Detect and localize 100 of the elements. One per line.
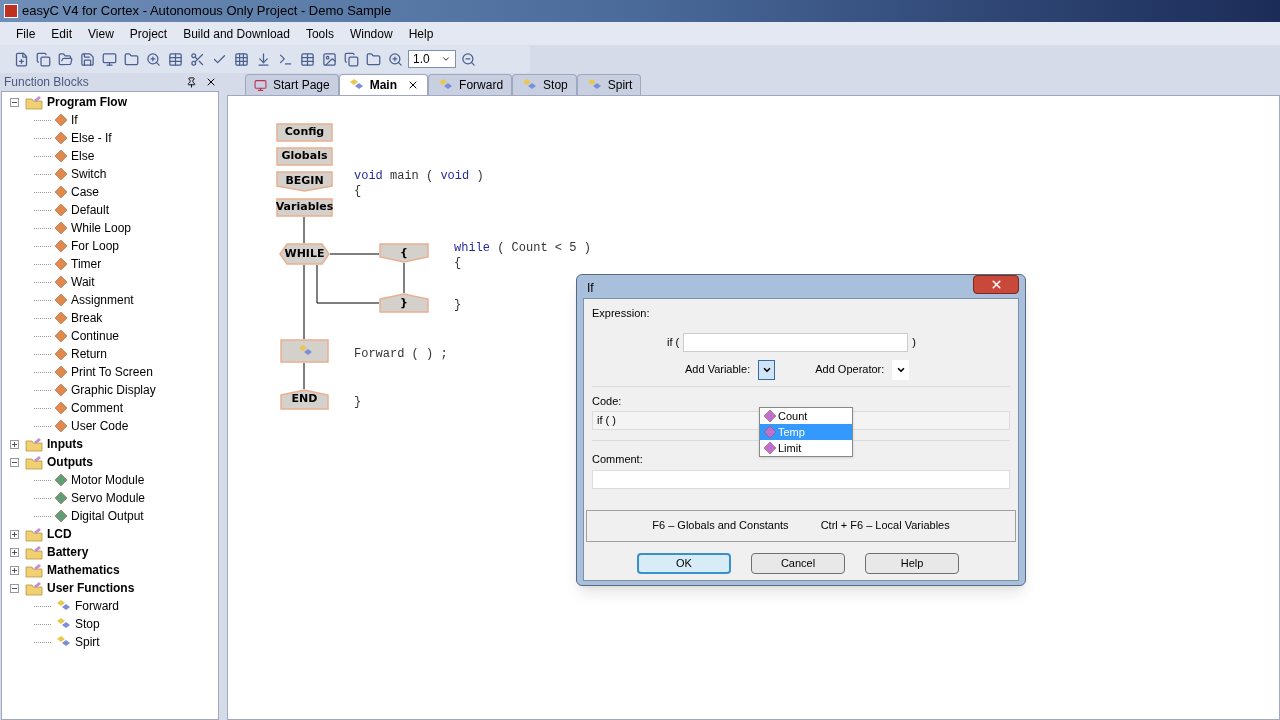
close-button[interactable] [973, 275, 1019, 294]
tree-item[interactable]: Motor Module [71, 471, 145, 489]
folder-icon [25, 94, 43, 110]
tree-item[interactable]: Assignment [71, 291, 134, 309]
block-icon [55, 330, 67, 342]
close-icon[interactable] [205, 76, 217, 88]
tree-item[interactable]: Wait [71, 273, 95, 291]
block-icon [55, 186, 67, 198]
block-icon [55, 420, 67, 432]
flowchart-block[interactable]: Globals [276, 147, 333, 166]
function-icon [55, 635, 71, 649]
tree-item[interactable]: For Loop [71, 237, 120, 255]
dialog-button[interactable]: Cancel [751, 552, 845, 574]
function-icon [55, 617, 71, 631]
block-icon [55, 204, 67, 216]
window-title: easyC V4 for Cortex - Autonomous Only Project - Demo Sample [22, 2, 392, 21]
tab[interactable]: Forward [428, 74, 513, 95]
block-icon [55, 114, 67, 126]
tree-item[interactable]: Comment [71, 399, 123, 417]
expand-icon[interactable] [10, 565, 19, 575]
menu-item[interactable]: Build and Download [175, 24, 298, 43]
caret-icon [441, 54, 451, 64]
tree-item[interactable]: Forward [75, 597, 119, 615]
flowchart-block[interactable]: WHILE [279, 243, 330, 265]
tree-item[interactable]: Servo Module [71, 489, 146, 507]
folder-icon [25, 436, 43, 452]
menu-item[interactable]: Window [341, 24, 401, 43]
tree-item[interactable]: Print To Screen [71, 363, 153, 381]
tree-item[interactable]: Digital Output [71, 507, 144, 525]
tree-item[interactable]: Battery [47, 543, 89, 561]
tree-item[interactable]: Graphic Display [71, 381, 156, 399]
block-icon [55, 168, 67, 180]
expand-icon[interactable] [10, 529, 19, 539]
collapse-icon[interactable] [10, 97, 19, 107]
app-icon [4, 4, 18, 18]
block-icon [55, 132, 67, 144]
folder-icon [25, 544, 43, 560]
zoom-select[interactable]: 1.0 [408, 50, 456, 68]
tree-item[interactable]: Continue [71, 327, 120, 345]
collapse-icon[interactable] [10, 457, 19, 467]
collapse-icon[interactable] [10, 583, 19, 593]
list-item[interactable]: Count [760, 408, 852, 424]
block-icon [55, 348, 67, 360]
tab[interactable]: Start Page [245, 74, 339, 95]
tab[interactable]: Main [338, 74, 429, 95]
tree-item[interactable]: Mathematics [47, 561, 120, 579]
block-icon [55, 222, 67, 234]
dialog-button[interactable]: Help [865, 552, 959, 574]
tree-item[interactable]: Outputs [47, 453, 93, 471]
flowchart-block[interactable]: BEGIN [276, 171, 333, 192]
expand-icon[interactable] [10, 547, 19, 557]
flowchart-block[interactable]: { [379, 243, 429, 263]
tree-item[interactable]: While Loop [71, 219, 132, 237]
dropdown-button[interactable] [892, 359, 910, 380]
menu-item[interactable]: Help [400, 24, 442, 43]
tree-item[interactable]: Case [71, 183, 99, 201]
tab[interactable]: Stop [512, 74, 577, 95]
flowchart-block[interactable]: Config [276, 123, 333, 142]
tree-item[interactable]: Stop [75, 615, 100, 633]
flowchart-block[interactable]: } [379, 293, 429, 313]
code-line: Forward ( ) ; [354, 346, 448, 363]
tree-item[interactable]: Else [71, 147, 95, 165]
menu-item[interactable]: File [8, 24, 44, 43]
menu-item[interactable]: Tools [297, 24, 342, 43]
function-icon [55, 599, 71, 613]
block-icon [764, 410, 776, 422]
dialog-button[interactable]: OK [637, 552, 731, 574]
dropdown-button[interactable] [758, 359, 776, 380]
block-icon [55, 258, 67, 270]
tree-item[interactable]: If [71, 111, 78, 129]
tree-item[interactable]: Program Flow [47, 93, 127, 111]
tree-item[interactable]: User Code [71, 417, 129, 435]
flowchart-block[interactable]: Variables [276, 198, 333, 217]
hint-text: F6 – Globals and Constants [652, 518, 789, 534]
menu-item[interactable]: View [80, 24, 122, 43]
tree-item[interactable]: Return [71, 345, 108, 363]
list-item[interactable]: Limit [760, 440, 852, 456]
block-icon [764, 426, 776, 438]
menu-item[interactable]: Project [121, 24, 176, 43]
tree-item[interactable]: Break [71, 309, 103, 327]
tree-item[interactable]: Timer [71, 255, 102, 273]
tree-item[interactable]: Default [71, 201, 110, 219]
expression-field[interactable] [683, 332, 909, 352]
folder-icon [25, 562, 43, 578]
tree-item[interactable]: LCD [47, 525, 72, 543]
field-label: Comment: [592, 453, 643, 465]
tree-item[interactable]: Else - If [71, 129, 112, 147]
expand-icon[interactable] [10, 439, 19, 449]
tree-item[interactable]: Inputs [47, 435, 83, 453]
block-icon [55, 492, 67, 504]
comment-field[interactable] [592, 469, 1010, 489]
pin-icon[interactable] [186, 76, 197, 88]
dialog-title: If [587, 279, 594, 297]
tree-item[interactable]: User Functions [47, 579, 135, 597]
flowchart-block[interactable]: END [280, 389, 329, 410]
tab[interactable]: Spirt [576, 74, 642, 95]
tree-item[interactable]: Switch [71, 165, 107, 183]
tree-item[interactable]: Spirt [75, 633, 100, 651]
menu-item[interactable]: Edit [43, 24, 81, 43]
block-icon [55, 384, 67, 396]
